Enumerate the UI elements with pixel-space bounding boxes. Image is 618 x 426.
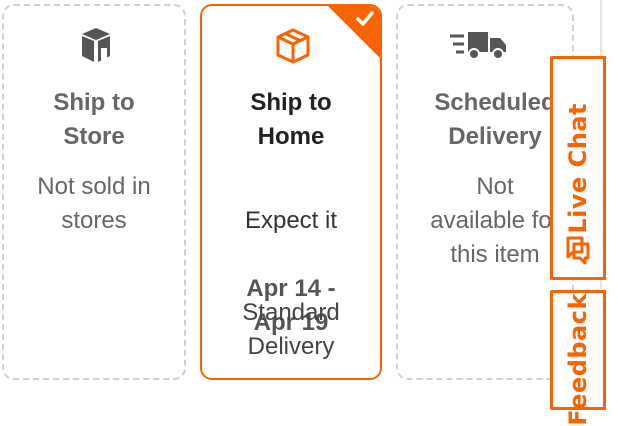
option-title: Scheduled Delivery (434, 89, 556, 150)
option-description: Not available for this item (430, 173, 560, 268)
checkmark-icon (356, 11, 374, 26)
ship-to-store-option: Ship to Store Not sold in stores (2, 4, 186, 380)
option-title: Ship to Home (250, 89, 332, 150)
live-chat-label: Live Chat (564, 102, 592, 234)
scheduled-delivery-option: Scheduled Delivery Not available for thi… (396, 4, 574, 380)
truck-icon (398, 28, 572, 64)
package-icon (202, 28, 380, 64)
shipping-method: Standard Delivery (242, 299, 340, 360)
ship-to-home-option[interactable]: Ship to Home Expect it Apr 14 - Apr 19 S… (200, 4, 382, 380)
feedback-tab[interactable]: Feedback (550, 290, 606, 426)
feedback-label: Feedback (564, 293, 592, 426)
store-icon (4, 28, 184, 64)
chat-bubble-icon (564, 232, 592, 268)
option-title: Ship to Store (53, 89, 135, 150)
option-description: Not sold in stores (37, 173, 151, 234)
expect-label: Expect it (244, 207, 338, 234)
